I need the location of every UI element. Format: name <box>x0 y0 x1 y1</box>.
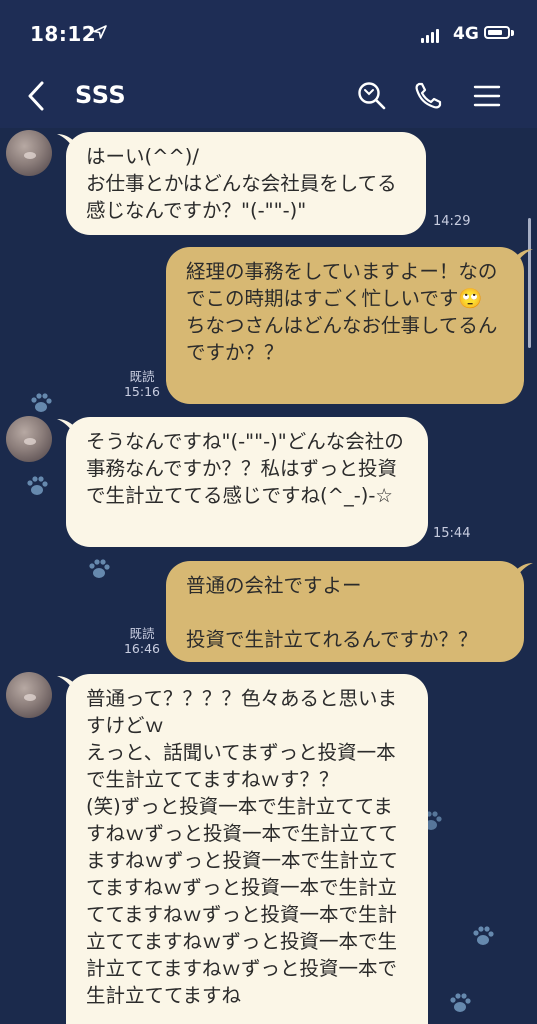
message-text: そうなんですね"(-""-)"どんな会社の事務なんですか？？私はずっと投資で生計… <box>86 430 404 507</box>
status-bar: 18:12 4G <box>0 0 537 64</box>
message-bubble-outgoing[interactable]: 経理の事務をしていますよー！なのでこの時期はすごく忙しいです🙄 ちなつさんはどん… <box>166 247 524 404</box>
paw-print-icon <box>473 926 494 945</box>
avatar[interactable] <box>6 130 52 176</box>
message-time: 15:44 <box>433 526 471 541</box>
message-bubble-incoming[interactable]: はーい(^^)/ お仕事とかはどんな会社員をしてる感じなんですか？"(-""-)… <box>66 132 426 235</box>
battery-tip <box>511 30 514 36</box>
chat-area[interactable]: はーい(^^)/ お仕事とかはどんな会社員をしてる感じなんですか？"(-""-)… <box>0 128 537 1024</box>
paw-print-icon <box>450 993 471 1012</box>
network-type: 4G <box>453 24 479 44</box>
message-bubble-incoming[interactable]: そうなんですね"(-""-)"どんな会社の事務なんですか？？私はずっと投資で生計… <box>66 417 428 547</box>
message-time: 16:46 <box>123 641 161 656</box>
read-receipt: 既読 <box>129 626 155 641</box>
message-bubble-outgoing[interactable]: 普通の会社ですよー 投資で生計立てれるんですか？？ <box>166 561 524 662</box>
location-arrow-icon <box>93 25 107 39</box>
message-text: はーい(^^)/ お仕事とかはどんな会社員をしてる感じなんですか？"(-""-)… <box>86 145 397 222</box>
signal-icon <box>421 27 439 43</box>
message-time: 14:29 <box>433 214 471 229</box>
avatar[interactable] <box>6 416 52 462</box>
paw-print-icon <box>31 393 52 412</box>
phone-icon[interactable] <box>412 80 444 112</box>
menu-icon[interactable] <box>471 80 503 112</box>
battery-icon <box>484 26 510 39</box>
scrollbar[interactable] <box>528 218 531 348</box>
back-icon[interactable] <box>22 78 52 114</box>
chat-title: SSS <box>75 81 127 109</box>
message-time: 15:16 <box>123 384 161 399</box>
search-icon[interactable] <box>356 80 388 112</box>
paw-print-icon <box>89 559 110 578</box>
paw-print-icon <box>27 476 48 495</box>
chat-header: SSS <box>0 64 537 128</box>
avatar[interactable] <box>6 672 52 718</box>
message-meta: 既読 16:46 <box>122 626 162 656</box>
message-text: 経理の事務をしていますよー！なのでこの時期はすごく忙しいです🙄 ちなつさんはどん… <box>186 260 498 364</box>
message-meta: 既読 15:16 <box>122 369 162 399</box>
message-bubble-incoming[interactable]: 普通って？？？？色々あると思いますけどｗ えっと、話聞いてまずっと投資一本で生計… <box>66 674 428 1024</box>
status-time: 18:12 <box>30 22 97 46</box>
read-receipt: 既読 <box>129 369 155 384</box>
message-text: 普通の会社ですよー 投資で生計立てれるんですか？？ <box>186 574 478 651</box>
message-text: 普通って？？？？色々あると思いますけどｗ えっと、話聞いてまずっと投資一本で生計… <box>86 687 399 1007</box>
